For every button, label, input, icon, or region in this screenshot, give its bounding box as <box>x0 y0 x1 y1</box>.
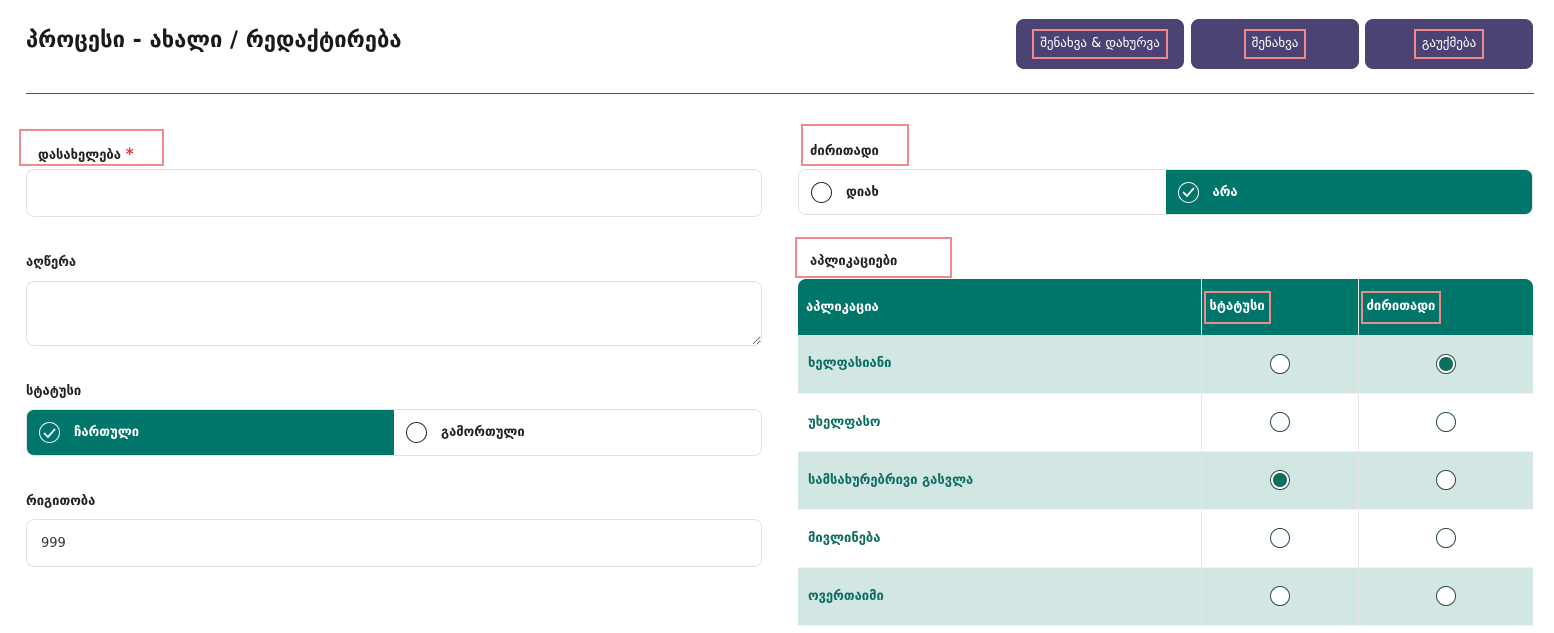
status-label: სტატუსი <box>26 384 82 399</box>
application-status-radio[interactable] <box>1269 528 1290 548</box>
column-status-label: სტატუსი <box>1203 290 1271 324</box>
description-label: აღწერა <box>26 255 77 270</box>
table-row: მივლინება <box>798 509 1533 568</box>
radio-empty-icon <box>406 422 427 443</box>
page-title: პროცესი - ახალი / რედაქტირება <box>26 28 402 53</box>
cancel-button[interactable]: გაუქმება <box>1365 19 1533 69</box>
column-main: ძირითადი <box>1358 279 1533 335</box>
order-input[interactable] <box>26 519 762 567</box>
application-name: სამსახურებრივი გასვლა <box>798 451 1202 510</box>
column-status: სტატუსი <box>1201 279 1359 335</box>
check-icon <box>39 422 60 443</box>
table-row: სამსახურებრივი გასვლა <box>798 451 1533 510</box>
application-main-radio[interactable] <box>1435 586 1456 606</box>
table-row: უხელფასო <box>798 393 1533 452</box>
status-option-enabled[interactable]: ჩართული <box>27 410 394 455</box>
name-label: დასახელება * <box>38 144 134 163</box>
application-main-cell <box>1358 451 1533 510</box>
required-mark: * <box>125 144 134 163</box>
application-name: უხელფასო <box>798 393 1202 452</box>
application-status-radio[interactable] <box>1269 470 1290 490</box>
application-status-cell <box>1201 567 1359 626</box>
application-main-radio[interactable] <box>1435 353 1456 374</box>
application-main-radio[interactable] <box>1435 528 1456 548</box>
cancel-label: გაუქმება <box>1413 29 1485 59</box>
save-close-button[interactable]: შენახვა & დახურვა <box>1016 19 1184 69</box>
application-status-cell <box>1201 509 1359 568</box>
application-name: ხელფასიანი <box>798 335 1202 394</box>
header-divider <box>26 93 1534 94</box>
application-main-radio[interactable] <box>1435 412 1456 432</box>
application-status-cell <box>1201 393 1359 452</box>
save-button[interactable]: შენახვა <box>1191 19 1359 69</box>
application-status-cell <box>1201 335 1359 394</box>
main-option-no-label: არა <box>1212 184 1238 200</box>
table-row: ოვერთაიმი <box>798 567 1533 626</box>
application-main-cell <box>1358 509 1533 568</box>
name-label-text: დასახელება <box>38 148 121 163</box>
column-main-label: ძირითადი <box>1360 290 1442 324</box>
table-header-row: აპლიკაცია სტატუსი ძირითადი <box>798 279 1533 335</box>
order-label: რიგითობა <box>26 494 96 509</box>
application-main-cell <box>1358 393 1533 452</box>
main-label: ძირითადი <box>810 144 879 159</box>
application-name: მივლინება <box>798 509 1202 568</box>
main-toggle: დიახ არა <box>798 169 1533 215</box>
save-close-label: შენახვა & დახურვა <box>1032 29 1168 59</box>
description-textarea[interactable] <box>26 281 762 346</box>
application-status-radio[interactable] <box>1269 586 1290 606</box>
application-main-radio[interactable] <box>1435 470 1456 490</box>
radio-empty-icon <box>811 181 832 203</box>
application-main-cell <box>1358 567 1533 626</box>
application-status-radio[interactable] <box>1269 353 1290 374</box>
save-label: შენახვა <box>1243 29 1307 59</box>
applications-table-body: ხელფასიანი უხელფასო სამსახურებრივი გასვლა მ… <box>798 335 1533 626</box>
status-toggle: ჩართული გამორთული <box>26 409 762 456</box>
applications-label: აპლიკაციები <box>810 254 898 269</box>
status-option-enabled-label: ჩართული <box>74 425 140 440</box>
name-input[interactable] <box>26 169 762 217</box>
application-name: ოვერთაიმი <box>798 567 1202 626</box>
table-row: ხელფასიანი <box>798 335 1533 394</box>
check-icon <box>1177 181 1199 203</box>
column-application: აპლიკაცია <box>798 279 1202 335</box>
main-option-no[interactable]: არა <box>1165 170 1532 214</box>
status-option-disabled[interactable]: გამორთული <box>394 410 761 455</box>
applications-table: აპლიკაცია სტატუსი ძირითადი ხელფასიანი უხე… <box>798 279 1533 626</box>
application-status-cell <box>1201 451 1359 510</box>
status-option-disabled-label: გამორთული <box>441 425 525 440</box>
main-option-yes-label: დიახ <box>846 184 879 200</box>
main-option-yes[interactable]: დიახ <box>799 170 1166 214</box>
application-status-radio[interactable] <box>1269 412 1290 432</box>
application-main-cell <box>1358 335 1533 394</box>
